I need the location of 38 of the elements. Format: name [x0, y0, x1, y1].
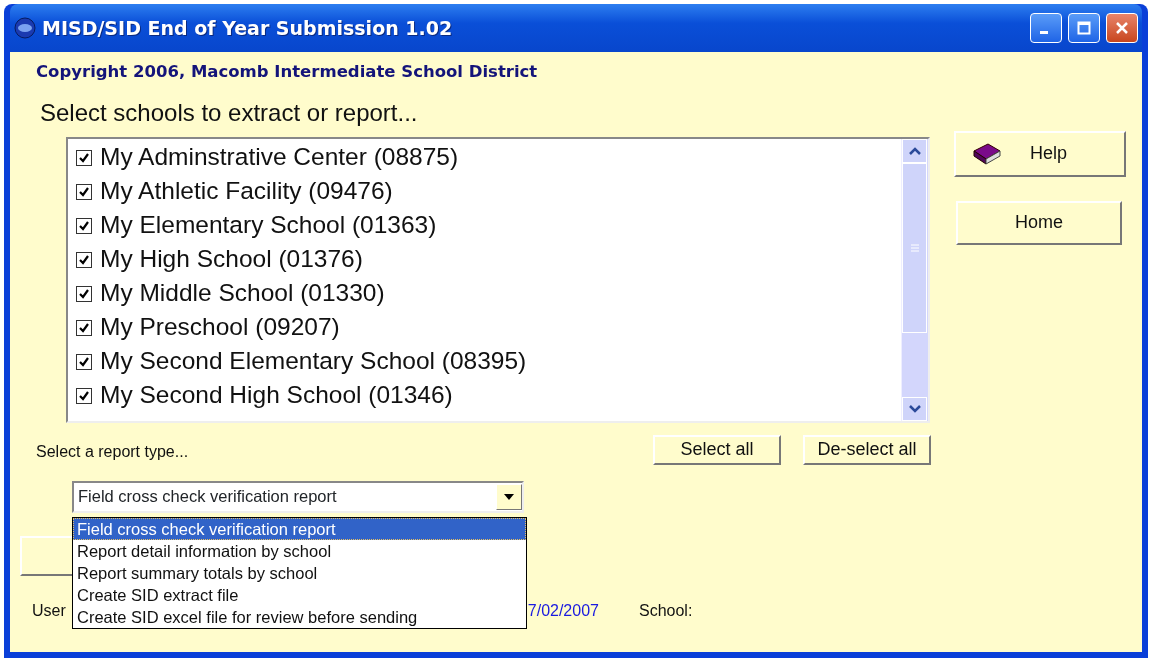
- scrollbar[interactable]: [901, 138, 928, 421]
- checkbox[interactable]: [76, 183, 92, 200]
- close-button[interactable]: [1106, 13, 1138, 43]
- user-label: User: [32, 600, 66, 621]
- grip-icon: [909, 242, 920, 253]
- minimize-icon: [1040, 30, 1048, 34]
- copyright-text: Copyright 2006, Macomb Intermediate School District: [36, 61, 539, 83]
- schools-listbox[interactable]: [66, 136, 930, 423]
- window-title: MISD/SID End of Year Submission 1.02: [42, 15, 454, 41]
- checkbox[interactable]: [76, 149, 92, 166]
- dropdown-option[interactable]: Create SID extract file: [73, 584, 526, 606]
- checkbox[interactable]: [76, 285, 92, 302]
- app-logo-icon: [14, 17, 36, 39]
- home-button[interactable]: Home: [956, 200, 1122, 245]
- maximize-icon: [1076, 20, 1092, 36]
- report-type-dropdown[interactable]: Field cross check verification report: [72, 480, 524, 513]
- report-type-label: Select a report type...: [36, 441, 190, 462]
- checkbox[interactable]: [76, 217, 92, 234]
- scroll-up-icon[interactable]: [907, 145, 922, 156]
- checkbox[interactable]: [76, 387, 92, 404]
- deselect-all-button[interactable]: De-select all: [803, 434, 931, 465]
- maximize-button[interactable]: [1068, 13, 1100, 43]
- school-label: School:: [638, 600, 693, 621]
- checkbox[interactable]: [76, 319, 92, 336]
- scroll-down-icon[interactable]: [907, 403, 922, 414]
- close-icon: [1114, 20, 1130, 36]
- date-text: 7/02/2007: [527, 600, 599, 621]
- checkbox[interactable]: [76, 251, 92, 268]
- help-button[interactable]: Help: [954, 130, 1126, 177]
- dropdown-option[interactable]: Report summary totals by school: [73, 562, 526, 584]
- minimize-button[interactable]: [1030, 13, 1062, 43]
- dropdown-arrow-icon: [503, 492, 515, 501]
- dropdown-option[interactable]: Field cross check verification report: [73, 518, 526, 540]
- dropdown-option[interactable]: Create SID excel file for review before sending: [73, 606, 526, 628]
- checkbox[interactable]: [76, 353, 92, 370]
- dropdown-option[interactable]: Report detail information by school: [73, 540, 526, 562]
- select-all-button[interactable]: Select all: [653, 434, 781, 465]
- schools-heading: Select schools to extract or report...: [40, 97, 419, 128]
